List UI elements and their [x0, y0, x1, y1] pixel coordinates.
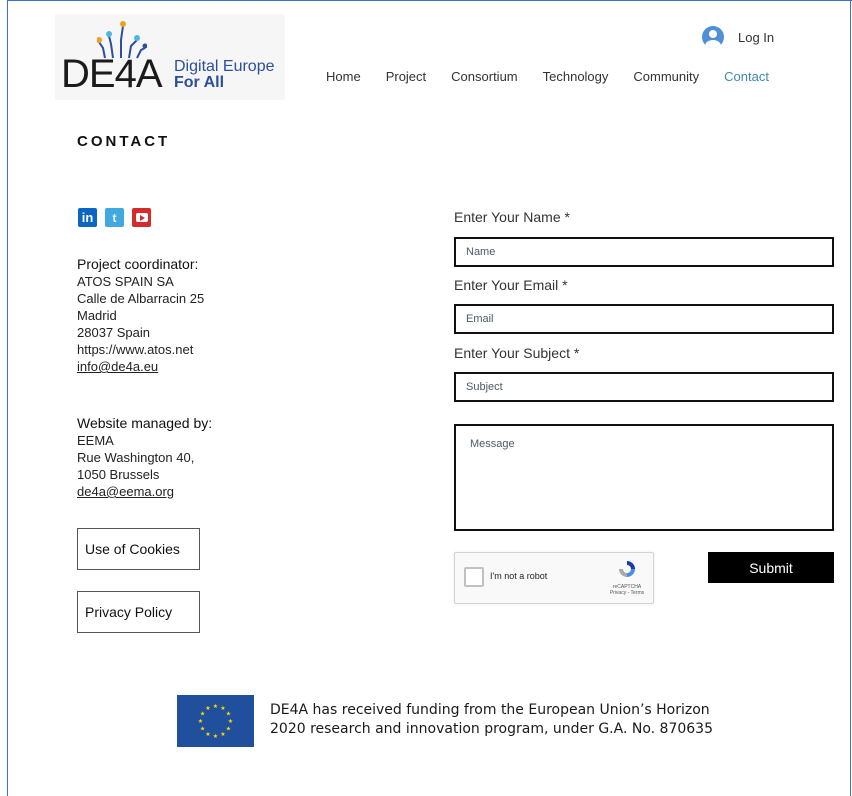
manager-heading: Website managed by: — [77, 415, 213, 431]
twitter-icon[interactable]: t — [105, 208, 124, 227]
nav-item-community[interactable]: Community — [633, 69, 699, 84]
privacy-policy-button[interactable]: Privacy Policy — [77, 591, 200, 633]
login-button[interactable]: Log In — [702, 26, 774, 48]
coordinator-name: ATOS SPAIN SA — [77, 274, 174, 289]
eu-flag: ★ ★ ★ ★ ★ ★ ★ ★ ★ ★ ★ ★ — [177, 695, 254, 747]
linkedin-icon[interactable]: in — [78, 208, 97, 227]
nav-item-home[interactable]: Home — [326, 69, 361, 84]
recaptcha-checkbox[interactable] — [464, 567, 484, 587]
nav-item-contact[interactable]: Contact — [724, 69, 769, 84]
funding-notice: DE4A has received funding from the Europ… — [270, 701, 713, 739]
eu-stars-icon: ★★★★★★★★★ ★ ★★ — [198, 703, 233, 740]
coordinator-website: https://www.atos.net — [77, 342, 194, 357]
youtube-icon[interactable] — [132, 208, 151, 227]
nav-item-project[interactable]: Project — [386, 69, 426, 84]
eu-star: ★ — [220, 731, 225, 738]
main-nav: Home Project Consortium Technology Commu… — [326, 69, 769, 84]
name-input[interactable] — [454, 237, 834, 267]
logo-wordmark: DE4A — [61, 52, 162, 96]
manager-postal: 1050 Brussels — [77, 467, 160, 482]
eu-star: ★ — [226, 711, 231, 718]
manager-block: Website managed by: EEMA Rue Washington … — [77, 415, 212, 500]
eu-star: ★ — [226, 726, 231, 733]
viewport-border-top — [7, 0, 852, 1]
recaptcha-logo-icon — [619, 561, 635, 577]
coordinator-block: Project coordinator: ATOS SPAIN SA Calle… — [77, 256, 204, 375]
subject-label: Enter Your Subject * — [454, 345, 580, 361]
coordinator-postal: 28037 Spain — [77, 325, 151, 340]
submit-button[interactable]: Submit — [708, 552, 834, 583]
message-textarea[interactable] — [454, 424, 834, 531]
coordinator-email-link[interactable]: info@de4a.eu — [77, 359, 158, 374]
use-of-cookies-button[interactable]: Use of Cookies — [77, 528, 200, 570]
login-label: Log In — [738, 29, 775, 45]
eu-star: ★ — [228, 718, 233, 725]
site-logo[interactable]: DE4A Digital Europe For All — [55, 14, 285, 100]
recaptcha-widget: I'm not a robot reCAPTCHA Privacy - Term… — [454, 552, 654, 604]
recaptcha-links[interactable]: Privacy - Terms — [607, 590, 647, 596]
viewport-border-left — [7, 0, 8, 796]
name-label: Enter Your Name * — [454, 209, 570, 225]
funding-line1: DE4A has received funding from the Europ… — [270, 702, 710, 718]
nav-item-technology[interactable]: Technology — [543, 69, 609, 84]
recaptcha-label: I'm not a robot — [490, 571, 548, 581]
manager-name: EEMA — [77, 433, 114, 448]
eu-star: ★ — [205, 731, 210, 738]
viewport-border-right — [850, 0, 851, 796]
subject-input[interactable] — [454, 372, 834, 402]
logo-tagline-line2: For All — [174, 74, 225, 91]
eu-star: ★ — [200, 726, 205, 733]
email-label: Enter Your Email * — [454, 277, 568, 293]
coordinator-street: Calle de Albarracin 25 — [77, 291, 205, 306]
coordinator-heading: Project coordinator: — [77, 256, 199, 272]
manager-email-link[interactable]: de4a@eema.org — [77, 484, 174, 499]
eu-star: ★ — [205, 705, 210, 712]
manager-street: Rue Washington 40, — [77, 450, 195, 465]
youtube-play-icon — [135, 213, 148, 222]
eu-star: ★ — [213, 733, 218, 740]
eu-star: ★ — [198, 718, 203, 725]
funding-line2: 2020 research and innovation program, un… — [270, 721, 713, 737]
recaptcha-branding: reCAPTCHA Privacy - Terms — [607, 584, 647, 596]
eu-star: ★ — [213, 703, 218, 710]
social-links: in t — [78, 208, 159, 227]
coordinator-city: Madrid — [77, 308, 117, 323]
email-input[interactable] — [454, 304, 834, 334]
nav-item-consortium[interactable]: Consortium — [451, 69, 517, 84]
user-avatar-icon — [702, 26, 724, 48]
page-title: CONTACT — [77, 133, 171, 150]
